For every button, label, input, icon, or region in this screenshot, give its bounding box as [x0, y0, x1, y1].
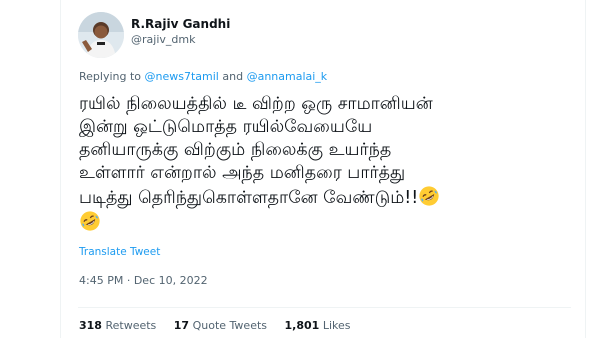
- author-block: R.Rajiv Gandhi @rajiv_dmk: [131, 16, 230, 48]
- tweet-text-line: படித்து தெரிந்துகொள்ளதானே வேண்டும்!!: [79, 188, 419, 208]
- likes-stat[interactable]: 1,801 Likes: [285, 319, 351, 332]
- engagement-stats: 318 Retweets 17 Quote Tweets 1,801 Likes: [79, 319, 364, 332]
- replying-and: and: [222, 70, 244, 83]
- author-name[interactable]: R.Rajiv Gandhi: [131, 16, 230, 32]
- quote-tweets-stat[interactable]: 17 Quote Tweets: [174, 319, 271, 332]
- reply-mention-annamalai[interactable]: @annamalai_k: [247, 70, 328, 83]
- translate-tweet-link[interactable]: Translate Tweet: [79, 246, 160, 258]
- rolling-laughing-emoji-icon: [419, 186, 439, 206]
- tweet-time: 4:45 PM: [79, 274, 124, 287]
- retweets-count: 318: [79, 319, 102, 332]
- replying-prefix: Replying to: [79, 70, 142, 83]
- tweet-date: Dec 10, 2022: [133, 274, 208, 287]
- tweet-text-line: ரயில் நிலையத்தில் டீ விற்ற ஒரு சாமானியன்: [79, 94, 433, 114]
- tweet-text: ரயில் நிலையத்தில் டீ விற்ற ஒரு சாமானியன்…: [79, 93, 579, 235]
- replying-to: Replying to @news7tamil and @annamalai_k: [79, 70, 327, 84]
- reply-mention-news7tamil[interactable]: @news7tamil: [145, 70, 219, 83]
- tweet-card: R.Rajiv Gandhi @rajiv_dmk Replying to @n…: [60, 0, 586, 338]
- tweet-text-line: இன்று ஒட்டுமொத்த ரயில்வேயையே: [79, 117, 373, 137]
- retweets-label: Retweets: [105, 319, 157, 332]
- avatar-image: [78, 12, 124, 58]
- tweet-text-emoji-line: [79, 210, 579, 235]
- quote-tweets-label: Quote Tweets: [192, 319, 268, 332]
- tweet-text-line: தனியாருக்கு விற்கும் நிலைக்கு உயர்ந்த: [79, 140, 392, 160]
- likes-count: 1,801: [284, 319, 320, 332]
- tweet-timestamp[interactable]: 4:45 PM · Dec 10, 2022: [79, 274, 208, 287]
- tweet-text-line-last: படித்து தெரிந்துகொள்ளதானே வேண்டும்!!: [79, 185, 579, 210]
- rolling-laughing-emoji-icon: [80, 211, 100, 231]
- tweet-text-line: உள்ளார் என்றால் அந்த மனிதரை பார்த்து: [79, 163, 406, 183]
- retweets-stat[interactable]: 318 Retweets: [79, 319, 160, 332]
- likes-label: Likes: [322, 319, 351, 332]
- quote-tweets-count: 17: [173, 319, 190, 332]
- author-handle[interactable]: @rajiv_dmk: [131, 32, 230, 48]
- meta-separator: ·: [126, 274, 131, 287]
- divider: [78, 307, 571, 308]
- avatar[interactable]: [78, 12, 124, 58]
